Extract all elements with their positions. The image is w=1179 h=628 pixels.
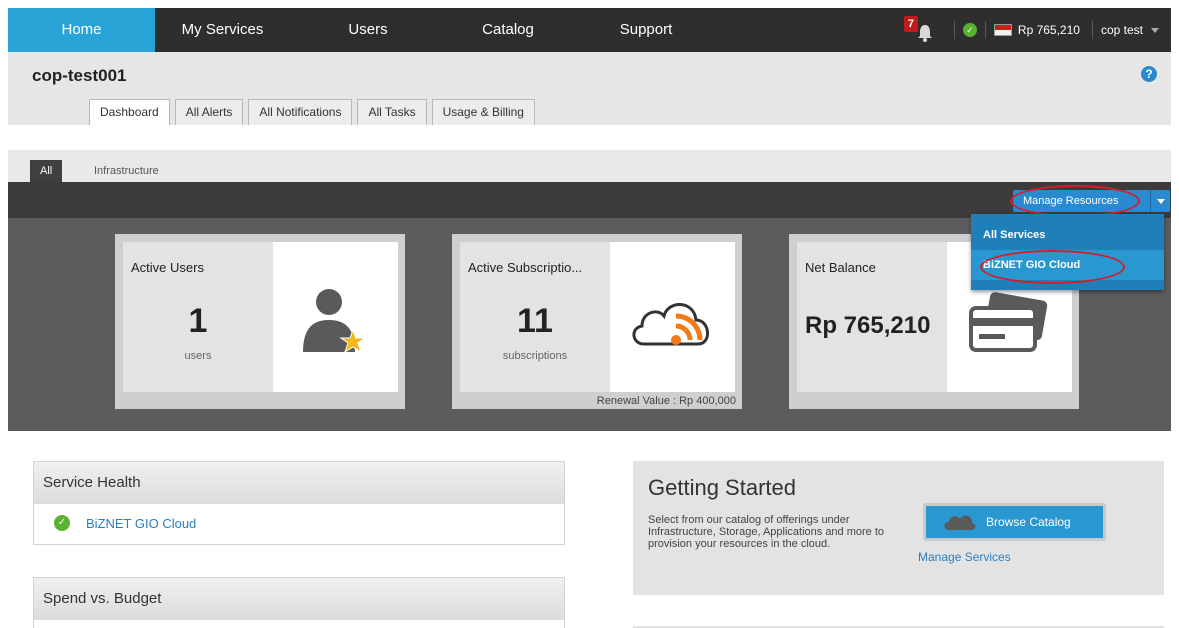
service-row: ✓ BiZNET GIO Cloud (34, 504, 564, 542)
tab-all-alerts[interactable]: All Alerts (174, 99, 244, 126)
manage-resources-menu: All Services BiZNET GIO Cloud (971, 214, 1164, 290)
card-info: Net Balance Rp 765,210 (797, 242, 947, 392)
cloud-rss-icon (632, 303, 709, 346)
top-nav: Home My Services Users Catalog Support 7… (8, 8, 1171, 59)
nav-my-services[interactable]: My Services (155, 8, 290, 52)
nav-balance[interactable]: Rp 765,210 (1018, 23, 1080, 37)
tab-dashboard[interactable]: Dashboard (89, 99, 170, 126)
nav-right-area: 7 ✓ Rp 765,210 cop test (903, 8, 1171, 52)
service-health-panel: Service Health ✓ BiZNET GIO Cloud (33, 461, 565, 545)
card-info: Active Users 1 users (123, 242, 273, 392)
account-header: cop-test001 ? Dashboard All Alerts All N… (8, 52, 1171, 126)
menu-item-all-services[interactable]: All Services (971, 220, 1164, 250)
menu-item-biznet-gio-cloud[interactable]: BiZNET GIO Cloud (971, 250, 1164, 280)
card-info: Active Subscriptio... 11 subscriptions (460, 242, 610, 392)
divider (1091, 21, 1093, 39)
manage-services-link[interactable]: Manage Services (918, 550, 1011, 564)
divider (984, 21, 986, 39)
chevron-down-icon[interactable] (1151, 27, 1159, 33)
bell-icon (917, 25, 932, 42)
nav-catalog[interactable]: Catalog (448, 8, 568, 52)
renewal-value: Renewal Value : Rp 400,000 (596, 395, 736, 407)
browse-catalog-label: Browse Catalog (986, 515, 1071, 529)
dashboard-toolbar (8, 182, 1171, 218)
manage-resources-label: Manage Resources (1023, 195, 1119, 207)
tab-all-notifications[interactable]: All Notifications (248, 99, 353, 126)
dashboard-tabs: Dashboard All Alerts All Notifications A… (89, 99, 540, 126)
nav-support[interactable]: Support (586, 8, 706, 52)
card-value: 1 (188, 302, 208, 340)
panel-title: Spend vs. Budget (34, 578, 564, 620)
card-title: Active Users (131, 260, 204, 275)
active-users-card[interactable]: Active Users 1 users (115, 234, 405, 409)
help-icon[interactable]: ? (1141, 66, 1157, 82)
user-menu[interactable]: cop test (1101, 23, 1143, 37)
card-title: Net Balance (805, 260, 876, 275)
card-unit: subscriptions (502, 350, 568, 362)
status-ok-icon[interactable]: ✓ (962, 23, 977, 37)
getting-started-panel: Getting Started Select from our catalog … (633, 461, 1164, 595)
service-link[interactable]: BiZNET GIO Cloud (86, 516, 196, 531)
spend-budget-panel: Spend vs. Budget (33, 577, 565, 628)
check-icon: ✓ (54, 515, 70, 531)
manage-resources-button[interactable]: Manage Resources (1013, 190, 1170, 212)
card-title: Active Subscriptio... (468, 260, 583, 275)
getting-started-text: Select from our catalog of offerings und… (648, 514, 885, 550)
nav-users[interactable]: Users (308, 8, 428, 52)
user-star-icon (303, 289, 367, 354)
card-icon-area (273, 242, 398, 392)
alerts-button[interactable]: 7 (903, 16, 938, 44)
card-icon-area (610, 242, 735, 392)
credit-card-icon (969, 292, 1048, 352)
nav-home[interactable]: Home (8, 8, 155, 59)
tab-all-tasks[interactable]: All Tasks (357, 99, 427, 126)
cloud-icon (944, 515, 976, 530)
subtab-all[interactable]: All (30, 160, 63, 182)
card-value: Rp 765,210 (805, 312, 931, 339)
card-value: 11 (517, 302, 553, 340)
card-unit: users (184, 350, 212, 362)
active-subscriptions-card[interactable]: Active Subscriptio... 11 subscriptions R… (452, 234, 742, 409)
filter-tabs: All Infrastructure (8, 150, 1171, 182)
divider (953, 21, 955, 39)
flag-icon (993, 24, 1012, 36)
browse-catalog-button[interactable]: Browse Catalog (923, 503, 1106, 541)
page-title: cop-test001 (32, 66, 127, 85)
subtab-infrastructure[interactable]: Infrastructure (94, 160, 159, 182)
chevron-down-icon[interactable] (1150, 190, 1170, 212)
tab-usage-billing[interactable]: Usage & Billing (431, 99, 535, 126)
panel-title: Getting Started (648, 475, 796, 500)
panel-title: Service Health (34, 462, 564, 504)
tab-content-strip (8, 125, 1171, 150)
